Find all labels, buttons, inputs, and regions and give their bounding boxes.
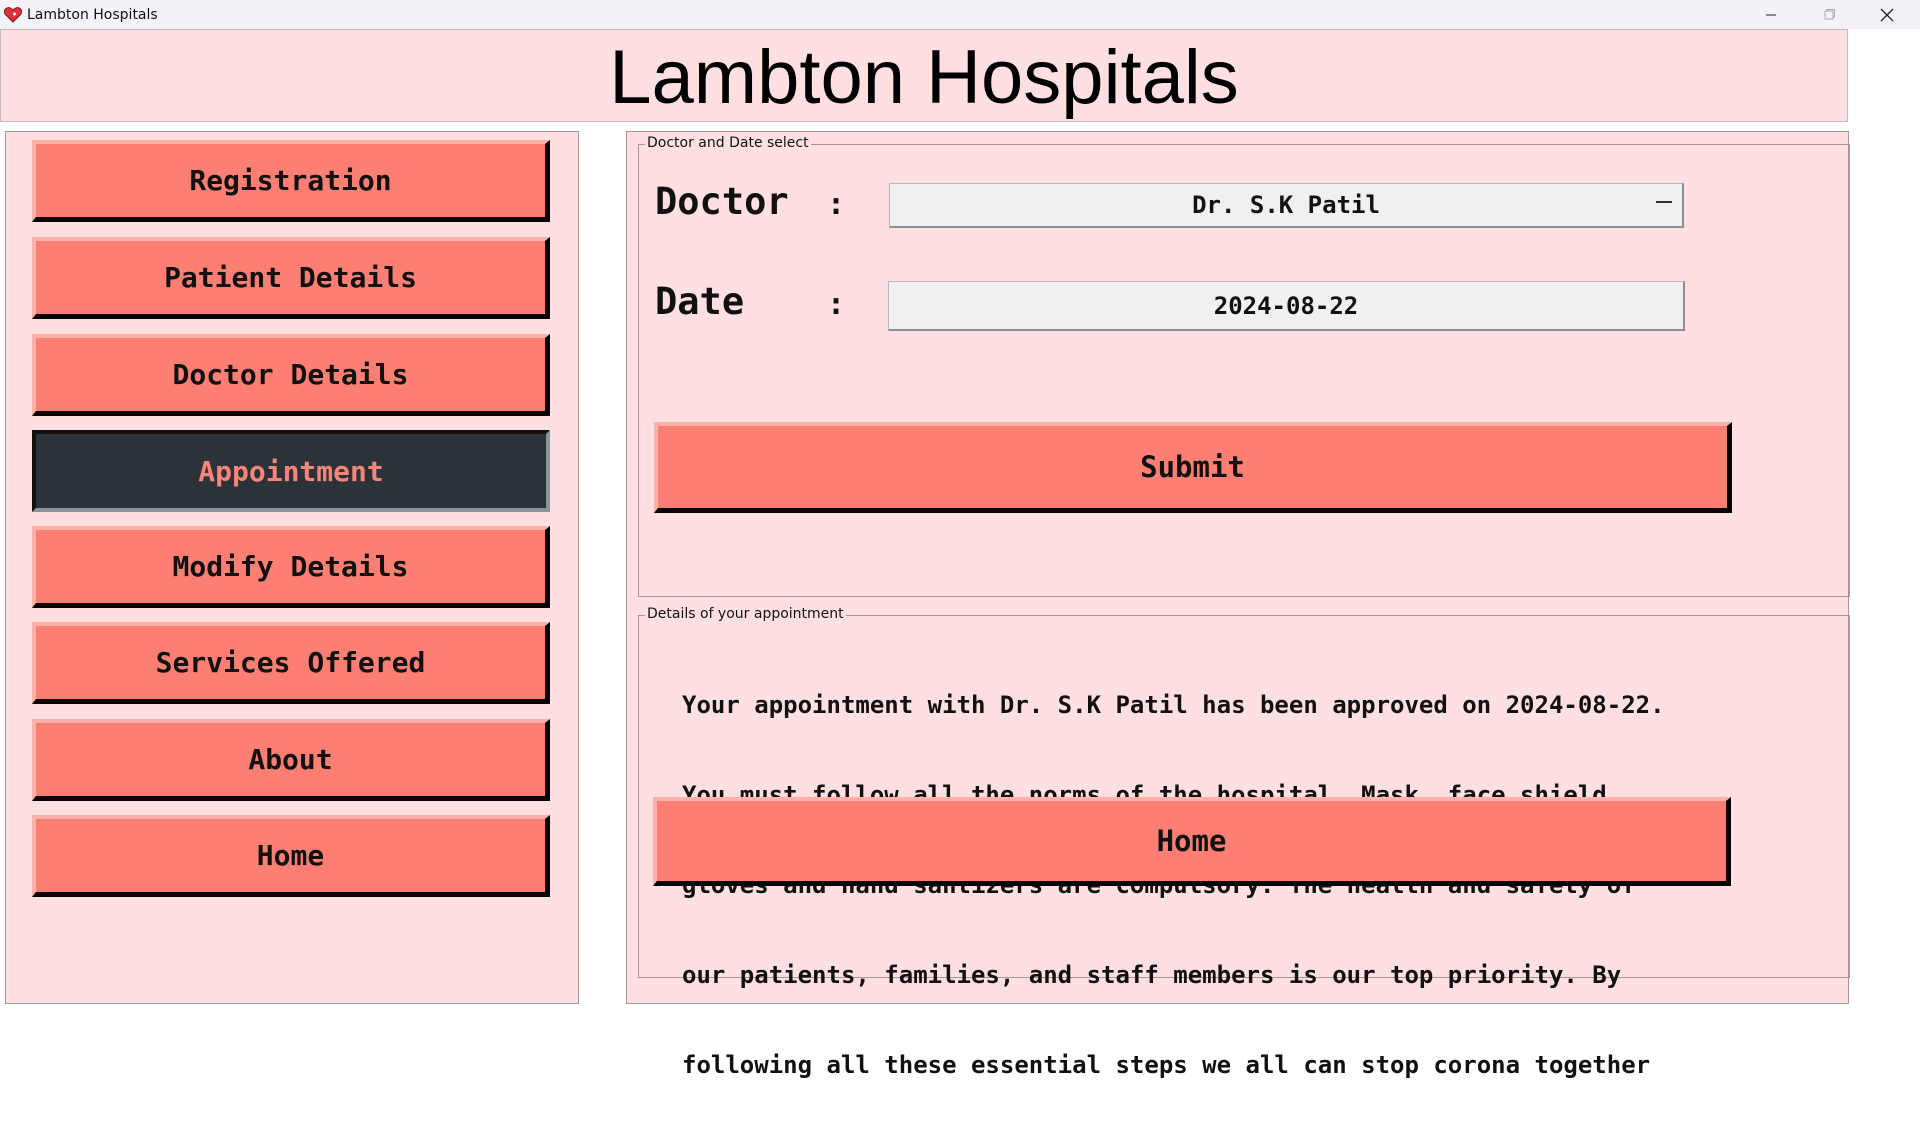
group-label: Doctor and Date select (645, 135, 811, 151)
group-label: Details of your appointment (645, 606, 846, 622)
doctor-colon: : (827, 187, 846, 222)
main-panel: Doctor and Date select Doctor : Dr. S.K … (626, 131, 1850, 1079)
doctor-select[interactable]: Dr. S.K Patil (889, 183, 1684, 228)
sidebar-item-services-offered[interactable]: Services Offered (32, 622, 550, 704)
doctor-date-group: Doctor and Date select Doctor : Dr. S.K … (638, 135, 1850, 597)
sidebar-item-about[interactable]: About (32, 719, 550, 801)
close-icon[interactable] (1858, 0, 1916, 29)
doctor-label: Doctor (655, 180, 789, 223)
message-line: following all these essential steps we a… (682, 1051, 1651, 1079)
doctor-select-value: Dr. S.K Patil (1192, 191, 1380, 219)
heart-icon (3, 5, 23, 25)
sidebar-item-patient-details[interactable]: Patient Details (32, 237, 550, 319)
window-titlebar: Lambton Hospitals (0, 0, 1920, 29)
app-header: Lambton Hospitals (0, 29, 1848, 122)
submit-button[interactable]: Submit (654, 422, 1732, 513)
window-title: Lambton Hospitals (27, 6, 158, 23)
sidebar-item-home[interactable]: Home (32, 815, 550, 897)
message-line: our patients, families, and staff member… (682, 961, 1622, 989)
minimize-icon[interactable] (1742, 0, 1800, 29)
sidebar: Registration Patient Details Doctor Deta… (5, 131, 579, 1004)
date-field-value: 2024-08-22 (1213, 291, 1359, 320)
page-title: Lambton Hospitals (609, 34, 1239, 120)
dropdown-icon[interactable] (1656, 201, 1672, 203)
home-button[interactable]: Home (653, 797, 1731, 886)
message-line: Your appointment with Dr. S.K Patil has … (682, 691, 1665, 719)
sidebar-item-doctor-details[interactable]: Doctor Details (32, 334, 550, 416)
date-label: Date (655, 280, 745, 323)
sidebar-item-modify-details[interactable]: Modify Details (32, 526, 550, 608)
sidebar-item-registration[interactable]: Registration (32, 140, 550, 222)
date-field[interactable]: 2024-08-22 (888, 281, 1685, 331)
maximize-icon[interactable] (1800, 0, 1858, 29)
date-colon: : (827, 287, 846, 322)
sidebar-item-appointment[interactable]: Appointment (32, 430, 550, 512)
